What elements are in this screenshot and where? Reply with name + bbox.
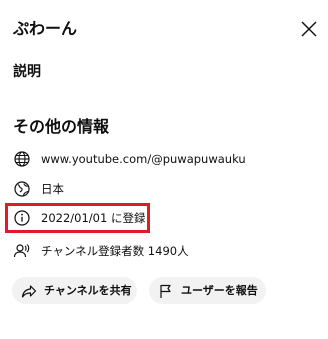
- country-text: 日本: [41, 182, 64, 196]
- more-info-heading: その他の情報: [13, 117, 110, 136]
- info-row-country: 日本: [13, 177, 64, 201]
- channel-url[interactable]: www.youtube.com/@puwapuwauku: [41, 152, 246, 166]
- share-channel-label: チャンネルを共有: [44, 283, 132, 297]
- info-row-url[interactable]: www.youtube.com/@puwapuwauku: [13, 147, 246, 171]
- subscriber-count-text: チャンネル登録者数 1490人: [41, 244, 189, 258]
- share-icon: [21, 283, 37, 299]
- description-heading: 説明: [13, 64, 41, 80]
- globe-icon: [13, 150, 31, 168]
- subscribers-icon: [13, 242, 31, 260]
- report-user-button[interactable]: ユーザーを報告: [149, 277, 266, 304]
- globe-location-icon: [13, 180, 31, 198]
- about-panel: ぷわーん 説明 その他の情報 www.youtube.com/@puwapuwa…: [0, 0, 328, 339]
- share-channel-button[interactable]: チャンネルを共有: [12, 277, 137, 304]
- close-button[interactable]: [298, 18, 320, 40]
- report-user-label: ユーザーを報告: [181, 283, 258, 297]
- flag-icon: [158, 283, 174, 299]
- channel-title: ぷわーん: [13, 19, 78, 38]
- close-icon: [301, 21, 317, 37]
- highlight-box: [5, 203, 150, 233]
- info-row-subscribers: チャンネル登録者数 1490人: [13, 239, 189, 263]
